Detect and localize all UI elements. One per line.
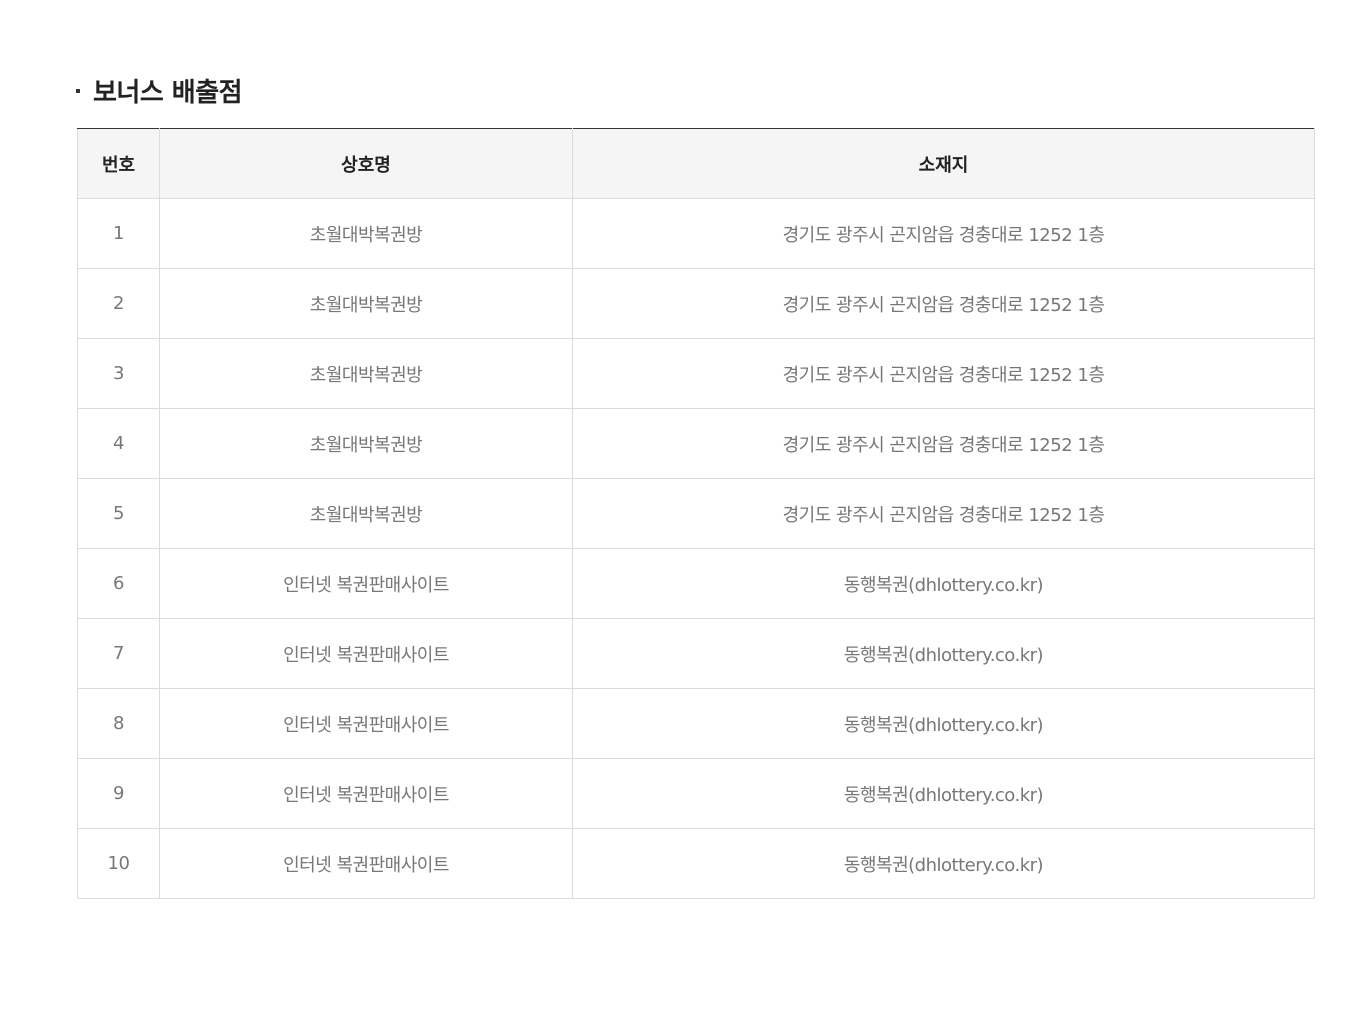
cell-address: 경기도 광주시 곤지암읍 경충대로 1252 1층 — [572, 198, 1315, 269]
bonus-store-table: 번호 상호명 소재지 1 초월대박복권방 경기도 광주시 곤지암읍 경충대로 1… — [77, 128, 1315, 899]
cell-store-name: 인터넷 복권판매사이트 — [159, 828, 573, 899]
table-row: 7 인터넷 복권판매사이트 동행복권(dhlottery.co.kr) — [77, 618, 1315, 689]
cell-store-name: 인터넷 복권판매사이트 — [159, 688, 573, 759]
cell-number: 2 — [77, 268, 160, 339]
cell-address: 동행복권(dhlottery.co.kr) — [572, 618, 1315, 689]
page-title: 보너스 배출점 — [93, 77, 243, 108]
table-row: 2 초월대박복권방 경기도 광주시 곤지암읍 경충대로 1252 1층 — [77, 268, 1315, 339]
column-header-store-name: 상호명 — [159, 128, 573, 199]
cell-number: 8 — [77, 688, 160, 759]
table-row: 8 인터넷 복권판매사이트 동행복권(dhlottery.co.kr) — [77, 688, 1315, 759]
table-row: 9 인터넷 복권판매사이트 동행복권(dhlottery.co.kr) — [77, 758, 1315, 829]
cell-store-name: 인터넷 복권판매사이트 — [159, 758, 573, 829]
cell-store-name: 초월대박복권방 — [159, 338, 573, 409]
cell-store-name: 초월대박복권방 — [159, 478, 573, 549]
table-row: 3 초월대박복권방 경기도 광주시 곤지암읍 경충대로 1252 1층 — [77, 338, 1315, 409]
cell-store-name: 초월대박복권방 — [159, 198, 573, 269]
cell-address: 동행복권(dhlottery.co.kr) — [572, 758, 1315, 829]
table-row: 4 초월대박복권방 경기도 광주시 곤지암읍 경충대로 1252 1층 — [77, 408, 1315, 479]
table-row: 5 초월대박복권방 경기도 광주시 곤지암읍 경충대로 1252 1층 — [77, 478, 1315, 549]
cell-number: 10 — [77, 828, 160, 899]
cell-address: 경기도 광주시 곤지암읍 경충대로 1252 1층 — [572, 338, 1315, 409]
cell-number: 9 — [77, 758, 160, 829]
cell-address: 경기도 광주시 곤지암읍 경충대로 1252 1층 — [572, 478, 1315, 549]
table-row: 1 초월대박복권방 경기도 광주시 곤지암읍 경충대로 1252 1층 — [77, 198, 1315, 269]
table-header-row: 번호 상호명 소재지 — [77, 128, 1315, 199]
table-row: 10 인터넷 복권판매사이트 동행복권(dhlottery.co.kr) — [77, 828, 1315, 899]
cell-number: 1 — [77, 198, 160, 269]
table-row: 6 인터넷 복권판매사이트 동행복권(dhlottery.co.kr) — [77, 548, 1315, 619]
section-heading: 보너스 배출점 — [76, 70, 243, 110]
cell-store-name: 인터넷 복권판매사이트 — [159, 618, 573, 689]
cell-address: 동행복권(dhlottery.co.kr) — [572, 828, 1315, 899]
cell-number: 5 — [77, 478, 160, 549]
cell-address: 경기도 광주시 곤지암읍 경충대로 1252 1층 — [572, 268, 1315, 339]
cell-number: 4 — [77, 408, 160, 479]
cell-number: 7 — [77, 618, 160, 689]
cell-store-name: 인터넷 복권판매사이트 — [159, 548, 573, 619]
cell-store-name: 초월대박복권방 — [159, 268, 573, 339]
bullet-icon — [76, 89, 80, 93]
cell-address: 경기도 광주시 곤지암읍 경충대로 1252 1층 — [572, 408, 1315, 479]
cell-store-name: 초월대박복권방 — [159, 408, 573, 479]
column-header-number: 번호 — [77, 128, 160, 199]
cell-number: 3 — [77, 338, 160, 409]
cell-number: 6 — [77, 548, 160, 619]
column-header-address: 소재지 — [572, 128, 1315, 199]
cell-address: 동행복권(dhlottery.co.kr) — [572, 548, 1315, 619]
cell-address: 동행복권(dhlottery.co.kr) — [572, 688, 1315, 759]
page: 보너스 배출점 번호 상호명 소재지 1 초월대박복권방 경기도 광주시 곤지암… — [0, 0, 1372, 1030]
